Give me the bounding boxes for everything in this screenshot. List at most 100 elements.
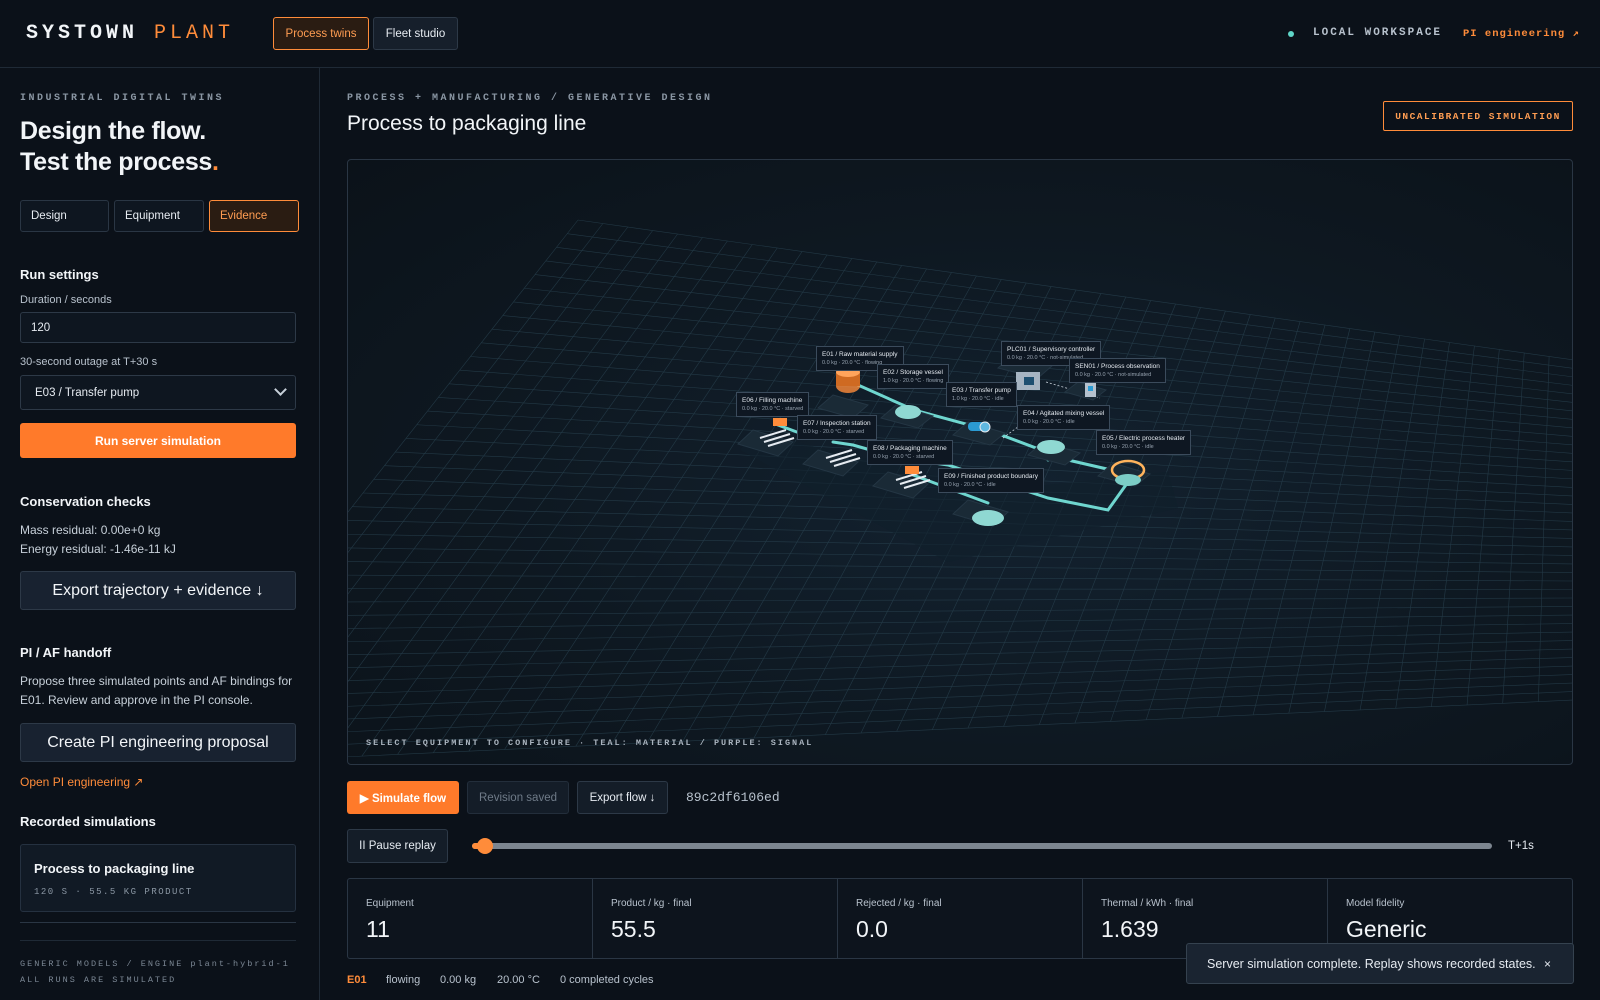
equipment-status: 0.0 kg · 20.0 °C · starved [803, 429, 865, 435]
replay-slider[interactable] [472, 838, 1492, 854]
equipment-tag-e04[interactable]: E04 / Agitated mixing vessel 0.0 kg · 20… [1017, 405, 1111, 430]
grid-line [348, 233, 678, 682]
equipment-status: 1.0 kg · 20.0 °C · idle [952, 396, 1004, 402]
stat-value: 11 [366, 916, 390, 942]
equipment-status: 0.0 kg · 20.0 °C · idle [1023, 419, 1075, 425]
export-flow-button[interactable]: Export flow ↓ [577, 781, 668, 814]
grid-line [348, 230, 653, 638]
grid-line [348, 699, 1572, 758]
equipment-tag-e07[interactable]: E07 / Inspection station 0.0 kg · 20.0 °… [797, 415, 877, 440]
outage-select-value: E03 / Transfer pump [35, 386, 140, 399]
stat-label: Product / kg · final [611, 898, 692, 909]
grid-line [348, 597, 1572, 603]
equipment-status: 0.0 kg · 20.0 °C · starved [873, 454, 935, 460]
close-icon[interactable]: × [1544, 957, 1551, 971]
equipment-name: E04 / Agitated mixing vessel [1023, 410, 1105, 417]
stat-value: 1.639 [1101, 916, 1159, 942]
sidebar-divider [20, 922, 296, 923]
simulate-flow-button[interactable]: ▶ Simulate flow [347, 781, 459, 814]
equipment-status: 0.0 kg · 20.0 °C · idle [944, 482, 996, 488]
3d-viewport[interactable]: E01 / Raw material supply 0.0 kg · 20.0 … [347, 159, 1573, 765]
equipment-name: PLC01 / Supervisory controller [1007, 346, 1096, 353]
equipment-name: E07 / Inspection station [803, 420, 871, 427]
segment-equipment[interactable]: Equipment [114, 200, 204, 232]
grid-line [438, 397, 1572, 471]
duration-input[interactable]: 120 [20, 312, 296, 343]
sidebar-divider [20, 940, 296, 941]
equipment-tag-e06[interactable]: E06 / Filling machine 0.0 kg · 20.0 °C ·… [736, 392, 810, 417]
stat-product: Product / kg · final 55.5 [593, 879, 838, 958]
hero-line-2: Test the process. [20, 147, 219, 178]
tab-process-twins[interactable]: Process twins [273, 17, 369, 50]
run-server-simulation-button[interactable]: Run server simulation [20, 423, 296, 458]
workspace-status-dot [1288, 31, 1294, 37]
status-equipment-id: E01 [347, 974, 367, 986]
equipment-status: 0.0 kg · 20.0 °C · not-simulated [1075, 372, 1152, 378]
brand-logo[interactable]: SYSTOWN PLANT [26, 22, 234, 45]
chevron-down-icon [274, 383, 287, 396]
pi-engineering-link[interactable]: PI engineering ↗ [1463, 27, 1580, 40]
grid-line [348, 614, 1572, 629]
brand-name: SYSTOWN [26, 22, 139, 45]
export-trajectory-button[interactable]: Export trajectory + evidence ↓ [20, 571, 296, 610]
equipment-tag-e05[interactable]: E05 / Electric process heater 0.0 kg · 2… [1096, 430, 1192, 455]
equipment-tag-e08[interactable]: E08 / Packaging machine 0.0 kg · 20.0 °C… [867, 440, 953, 465]
equipment-tag-sen01[interactable]: SEN01 / Process observation 0.0 kg · 20.… [1069, 358, 1166, 383]
simulated-footer: ALL RUNS ARE SIMULATED [20, 975, 177, 985]
grid-line [348, 682, 1572, 732]
grid-line [348, 219, 579, 513]
stat-label: Thermal / kWh · final [1101, 898, 1194, 909]
status-mass: 0.00 kg [440, 974, 477, 986]
status-temp: 20.00 °C [497, 974, 540, 986]
stat-value: 0.0 [856, 916, 888, 942]
segment-evidence[interactable]: Evidence [209, 200, 299, 232]
segment-design[interactable]: Design [20, 200, 109, 232]
engine-footer: GENERIC MODELS / ENGINE plant-hybrid-1 [20, 959, 290, 969]
equipment-name: E01 / Raw material supply [822, 351, 898, 358]
equipment-name: E09 / Finished product boundary [944, 473, 1038, 480]
equipment-status: 1.0 kg · 20.0 °C · flowing [883, 378, 944, 384]
tab-fleet-studio[interactable]: Fleet studio [373, 17, 458, 50]
replay-slider-thumb[interactable] [477, 838, 494, 854]
grid-line [348, 237, 703, 729]
duration-label: Duration / seconds [20, 294, 112, 306]
grid-line [348, 561, 1572, 573]
equipment-tag-e03[interactable]: E03 / Transfer pump 1.0 kg · 20.0 °C · i… [946, 382, 1017, 407]
revision-saved-button[interactable]: Revision saved [467, 781, 569, 814]
recorded-simulation-meta: 120 S · 55.5 KG PRODUCT [34, 887, 193, 897]
pi-af-description-2: E01. Review and approve in the PI consol… [20, 693, 253, 707]
mass-residual: Mass residual: 0.00e+0 kg [20, 523, 161, 537]
stat-value: 55.5 [611, 916, 656, 942]
uncalibrated-badge: UNCALIBRATED SIMULATION [1383, 101, 1573, 131]
grid-line [348, 574, 1572, 582]
equipment-tag-e09[interactable]: E09 / Finished product boundary 0.0 kg ·… [938, 468, 1044, 493]
workspace-label: LOCAL WORKSPACE [1313, 27, 1443, 39]
hero-line-1: Design the flow. [20, 117, 206, 145]
equipment-status: 0.0 kg · 20.0 °C · starved [742, 406, 804, 412]
create-pi-proposal-button[interactable]: Create PI engineering proposal [20, 723, 296, 762]
equipment-tag-e02[interactable]: E02 / Storage vessel 1.0 kg · 20.0 °C · … [877, 364, 950, 389]
grid-line [1395, 342, 1450, 709]
equipment-name: E02 / Storage vessel [883, 369, 943, 376]
toast-message: Server simulation complete. Replay shows… [1207, 956, 1536, 971]
hero-heading: Design the flow. Test the process. [20, 116, 219, 178]
recorded-simulation-name: Process to packaging line [34, 861, 195, 876]
open-pi-engineering-link[interactable]: Open PI engineering ↗ [20, 775, 143, 789]
outage-select[interactable]: E03 / Transfer pump [20, 375, 296, 410]
outage-label: 30-second outage at T+30 s [20, 356, 158, 368]
main-eyebrow: PROCESS + MANUFACTURING / GENERATIVE DES… [347, 93, 713, 104]
grid-line [348, 588, 1572, 590]
recorded-simulations-title: Recorded simulations [20, 814, 156, 829]
pause-replay-button[interactable]: II Pause replay [347, 829, 448, 863]
sidebar-eyebrow: INDUSTRIAL DIGITAL TWINS [20, 93, 225, 104]
stat-value: Generic [1346, 916, 1427, 942]
equipment-name: E05 / Electric process heater [1102, 435, 1186, 442]
sidebar: INDUSTRIAL DIGITAL TWINS Design the flow… [0, 68, 320, 1000]
stat-equipment: Equipment 11 [348, 879, 593, 958]
recorded-simulation-item[interactable]: Process to packaging line 120 S · 55.5 K… [20, 844, 296, 912]
grid-line [1431, 345, 1475, 707]
replay-time-label: T+1s [1508, 840, 1534, 852]
top-bar: SYSTOWN PLANT Process twins Fleet studio… [0, 0, 1600, 68]
grid-line [348, 226, 629, 595]
scene-canvas[interactable] [348, 160, 1573, 765]
